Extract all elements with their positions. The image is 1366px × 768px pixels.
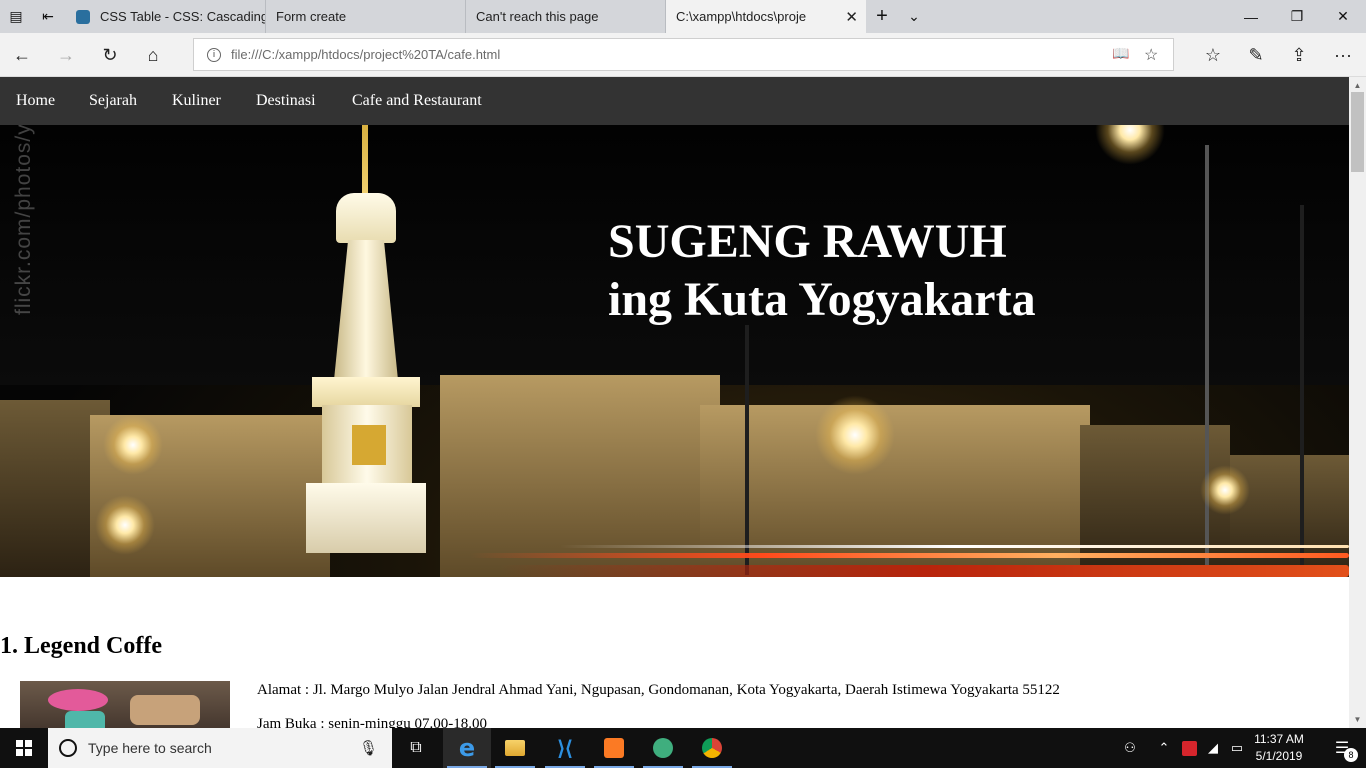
hero-title-line1: SUGENG RAWUH xyxy=(608,215,1007,268)
page-scrollbar[interactable]: ▲ ▼ xyxy=(1349,77,1366,728)
maximize-icon[interactable]: ❐ xyxy=(1274,0,1320,33)
nav-destinasi[interactable]: Destinasi xyxy=(256,92,316,110)
windows-taskbar: Type here to search 🎙 ⧉ e ⟩⟨ ⚇ ⌃ ◢ ▭ 11:… xyxy=(0,728,1366,768)
edge-icon[interactable]: e xyxy=(443,728,491,768)
people-icon[interactable]: ⚇ xyxy=(1118,728,1142,768)
hero-title: SUGENG RAWUH ing Kuta Yogyakarta xyxy=(608,213,1036,329)
wifi-icon[interactable]: ◢ xyxy=(1202,728,1224,768)
home-icon[interactable]: ⌂ xyxy=(137,39,169,71)
favorite-star-icon[interactable]: ☆ xyxy=(1144,45,1158,65)
scroll-down-arrow-icon[interactable]: ▼ xyxy=(1349,711,1366,728)
browser-tab-bar: ▤ ⇤ CSS Table - CSS: Cascading Form crea… xyxy=(0,0,1366,33)
hero-title-line2: ing Kuta Yogyakarta xyxy=(608,273,1036,326)
xampp-icon[interactable] xyxy=(590,728,638,768)
street-light xyxy=(1200,465,1250,515)
start-button[interactable] xyxy=(0,728,48,768)
tab-form-create[interactable]: Form create xyxy=(266,0,466,33)
microphone-icon[interactable]: 🎙 xyxy=(359,739,378,757)
web-page: Home Sejarah Kuliner Destinasi Cafe and … xyxy=(0,77,1349,728)
chrome-icon[interactable] xyxy=(688,728,736,768)
street-light xyxy=(95,495,155,555)
css-favicon-icon xyxy=(76,9,90,24)
traffic-light-trail xyxy=(470,553,1349,558)
address-bar: ← → ↻ ⌂ i file:///C:/xampp/htdocs/projec… xyxy=(0,33,1366,77)
close-window-icon[interactable]: ✕ xyxy=(1320,0,1366,33)
antivirus-icon[interactable] xyxy=(1178,728,1200,768)
tab-close-icon[interactable]: ✕ xyxy=(845,8,858,26)
cafe-photo xyxy=(20,681,230,728)
reading-view-icon[interactable]: 📖 xyxy=(1112,45,1129,62)
minimize-icon[interactable]: — xyxy=(1228,0,1274,33)
tab-active-cafe[interactable]: C:\xampp\htdocs\proje ✕ xyxy=(666,0,866,33)
cafe-address: Alamat : Jl. Margo Mulyo Jalan Jendral A… xyxy=(257,682,1060,698)
street-light xyxy=(103,415,163,475)
share-icon[interactable]: ⇪ xyxy=(1283,39,1315,71)
pole xyxy=(1300,205,1304,575)
forward-icon[interactable]: → xyxy=(50,39,82,71)
cafe-heading: 1. Legend Coffe xyxy=(0,633,162,659)
cafe-hours: Jam Buka : senin-minggu 07.00-18.00 xyxy=(257,716,487,728)
photo-watermark: flickr.com/photos/y xyxy=(12,125,35,315)
tab-title: Form create xyxy=(276,9,347,24)
system-clock[interactable]: 11:37 AM 5/1/2019 xyxy=(1246,731,1312,765)
tab-actions-icon[interactable]: ▤ xyxy=(0,0,32,33)
nav-cafe-restaurant[interactable]: Cafe and Restaurant xyxy=(352,92,482,110)
traffic-light-trail xyxy=(500,565,1349,577)
nav-sejarah[interactable]: Sejarah xyxy=(89,92,137,110)
tab-title: Can't reach this page xyxy=(476,9,599,24)
nav-home[interactable]: Home xyxy=(16,92,55,110)
new-tab-icon[interactable]: + xyxy=(866,0,898,33)
task-view-icon[interactable]: ⧉ xyxy=(392,728,440,768)
scroll-thumb[interactable] xyxy=(1351,92,1364,172)
tabs-aside-icon[interactable]: ⇤ xyxy=(32,0,64,33)
tab-title: C:\xampp\htdocs\proje xyxy=(676,9,807,24)
tab-cant-reach[interactable]: Can't reach this page xyxy=(466,0,666,33)
notes-pen-icon[interactable]: ✎ xyxy=(1240,39,1272,71)
search-placeholder: Type here to search xyxy=(88,740,212,756)
traffic-light-trail xyxy=(560,545,1349,548)
building xyxy=(700,405,1090,577)
street-light xyxy=(815,395,895,475)
windows-logo-icon xyxy=(16,740,32,756)
cortana-icon xyxy=(59,739,77,757)
clock-date: 5/1/2019 xyxy=(1255,749,1303,763)
action-center-icon[interactable]: ☰ 8 xyxy=(1318,728,1366,768)
tab-title: CSS Table - CSS: Cascading xyxy=(100,9,266,24)
more-icon[interactable]: ··· xyxy=(1327,39,1359,71)
favorites-hub-icon[interactable]: ☆ xyxy=(1197,39,1229,71)
url-text[interactable]: file:///C:/xampp/htdocs/project%20TA/caf… xyxy=(231,47,500,62)
battery-icon[interactable]: ▭ xyxy=(1226,728,1248,768)
file-explorer-icon[interactable] xyxy=(491,728,539,768)
nav-kuliner[interactable]: Kuliner xyxy=(172,92,221,110)
atom-icon[interactable] xyxy=(639,728,687,768)
tab-css-table[interactable]: CSS Table - CSS: Cascading xyxy=(66,0,266,33)
back-icon[interactable]: ← xyxy=(6,39,38,71)
vscode-icon[interactable]: ⟩⟨ xyxy=(541,728,589,768)
street-lamp-pole xyxy=(1205,145,1209,575)
pole xyxy=(745,325,749,575)
show-hidden-icons-chevron-icon[interactable]: ⌃ xyxy=(1152,728,1176,768)
notification-badge: 8 xyxy=(1344,748,1358,762)
clock-time: 11:37 AM xyxy=(1254,732,1304,746)
top-navigation: Home Sejarah Kuliner Destinasi Cafe and … xyxy=(0,77,1349,125)
refresh-icon[interactable]: ↻ xyxy=(94,39,126,71)
building-right xyxy=(1230,455,1349,577)
tab-list-icon[interactable]: ⌄ xyxy=(898,0,930,33)
url-field[interactable]: i file:///C:/xampp/htdocs/project%20TA/c… xyxy=(193,38,1174,71)
hero-banner-image: flickr.com/photos/y SUGENG RAWUH ing Kut… xyxy=(0,125,1349,577)
taskbar-search-box[interactable]: Type here to search 🎙 xyxy=(48,728,392,768)
info-icon[interactable]: i xyxy=(207,47,221,62)
